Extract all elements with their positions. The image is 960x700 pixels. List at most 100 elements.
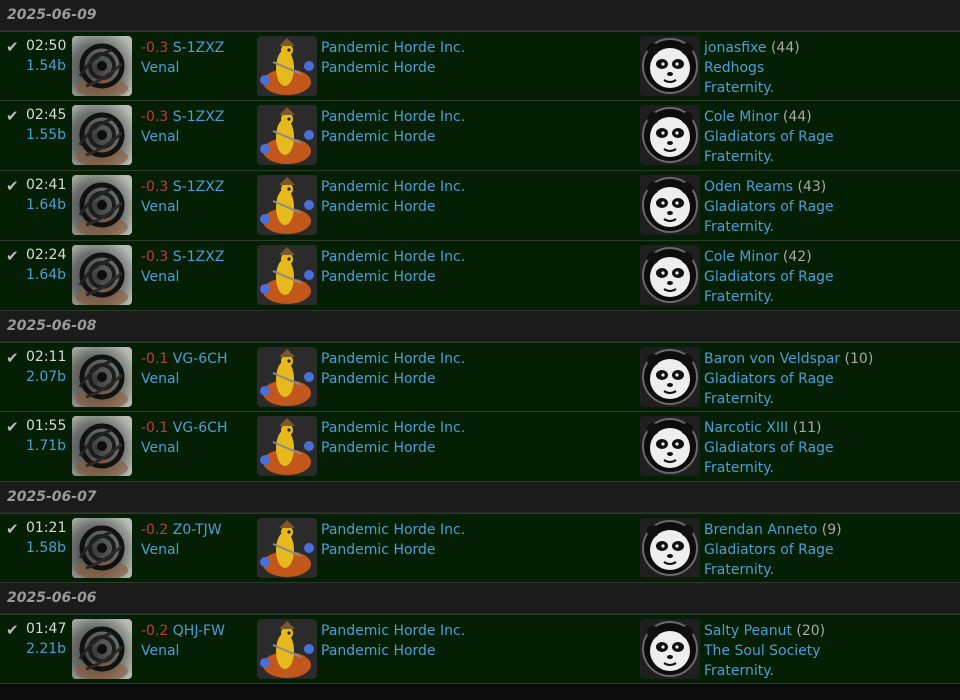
killmail-row[interactable]: ✔ 02:11 2.07b -0.1 VG-6CH Venal Pandemic Ho… (0, 342, 960, 412)
security-status: -0.3 (141, 40, 169, 56)
killmail-row[interactable]: ✔ 02:24 1.64b -0.3 S-1ZXZ Venal Pandemic Ho… (0, 241, 960, 311)
pandemic-horde-logo[interactable] (257, 105, 317, 165)
system-link[interactable]: S-1ZXZ (173, 179, 225, 195)
checkmark-icon: ✔ (6, 177, 19, 195)
attacker-alliance-link[interactable]: Pandemic Horde (321, 540, 465, 560)
killmail-row[interactable]: ✔ 02:50 1.54b -0.3 S-1ZXZ Venal Pandemic Ho… (0, 31, 960, 101)
victim-corp-link[interactable]: Gladiators of Rage (704, 438, 834, 458)
victim-corp-link[interactable]: Gladiators of Rage (704, 197, 834, 217)
venal-ship-icon[interactable] (72, 105, 132, 165)
panda-logo[interactable] (640, 105, 700, 165)
ship-type-link[interactable]: Venal (141, 197, 224, 217)
venal-ship-icon[interactable] (72, 347, 132, 407)
panda-logo[interactable] (640, 36, 700, 96)
venal-ship-icon[interactable] (72, 416, 132, 476)
attacker-info: Pandemic Horde Inc. Pandemic Horde (321, 177, 465, 217)
victim-line: Baron von Veldspar (10) (704, 349, 873, 369)
ship-type-link[interactable]: Venal (141, 267, 224, 287)
attacker-alliance-link[interactable]: Pandemic Horde (321, 267, 465, 287)
system-link[interactable]: S-1ZXZ (173, 40, 225, 56)
ship-type-link[interactable]: Venal (141, 58, 224, 78)
victim-name-link[interactable]: Cole Minor (704, 249, 778, 265)
panda-logo[interactable] (640, 347, 700, 407)
killmail-row[interactable]: ✔ 02:45 1.55b -0.3 S-1ZXZ Venal Pandemic Ho… (0, 101, 960, 171)
venal-ship-icon[interactable] (72, 518, 132, 578)
checkmark-icon: ✔ (6, 621, 19, 639)
system-link[interactable]: S-1ZXZ (173, 109, 225, 125)
victim-name-link[interactable]: Baron von Veldspar (704, 351, 840, 367)
victim-name-link[interactable]: Oden Reams (704, 179, 793, 195)
venal-ship-icon[interactable] (72, 175, 132, 235)
panda-logo[interactable] (640, 518, 700, 578)
attacker-corp-link[interactable]: Pandemic Horde Inc. (321, 621, 465, 641)
victim-corp-link[interactable]: Redhogs (704, 58, 800, 78)
killmail-row[interactable]: ✔ 01:21 1.58b -0.2 Z0-TJW Venal Pandemic Ho… (0, 513, 960, 583)
system-link[interactable]: Z0-TJW (173, 522, 222, 538)
victim-corp-link[interactable]: Gladiators of Rage (704, 369, 873, 389)
panda-logo[interactable] (640, 416, 700, 476)
victim-name-link[interactable]: Cole Minor (704, 109, 778, 125)
victim-corp-link[interactable]: Gladiators of Rage (704, 540, 842, 560)
ship-type-link[interactable]: Venal (141, 369, 227, 389)
attacker-corp-link[interactable]: Pandemic Horde Inc. (321, 418, 465, 438)
venal-ship-icon[interactable] (72, 245, 132, 305)
victim-alliance-link[interactable]: Fraternity. (704, 147, 834, 167)
location-info: -0.2 QHJ-FW Venal (141, 621, 225, 661)
attacker-alliance-link[interactable]: Pandemic Horde (321, 197, 465, 217)
attacker-alliance-link[interactable]: Pandemic Horde (321, 369, 465, 389)
pandemic-horde-logo[interactable] (257, 619, 317, 679)
ship-type-link[interactable]: Venal (141, 641, 225, 661)
attacker-corp-link[interactable]: Pandemic Horde Inc. (321, 520, 465, 540)
attacker-info: Pandemic Horde Inc. Pandemic Horde (321, 38, 465, 78)
victim-corp-link[interactable]: Gladiators of Rage (704, 127, 834, 147)
venal-ship-icon[interactable] (72, 36, 132, 96)
victim-alliance-link[interactable]: Fraternity. (704, 287, 834, 307)
attacker-alliance-link[interactable]: Pandemic Horde (321, 641, 465, 661)
attacker-alliance-link[interactable]: Pandemic Horde (321, 58, 465, 78)
panda-logo[interactable] (640, 619, 700, 679)
system-line: -0.3 S-1ZXZ (141, 38, 224, 58)
victim-name-link[interactable]: jonasfixe (704, 40, 767, 56)
victim-alliance-link[interactable]: Fraternity. (704, 661, 825, 681)
attacker-corp-link[interactable]: Pandemic Horde Inc. (321, 38, 465, 58)
panda-logo[interactable] (640, 175, 700, 235)
system-link[interactable]: VG-6CH (173, 420, 228, 436)
attacker-alliance-link[interactable]: Pandemic Horde (321, 127, 465, 147)
system-link[interactable]: VG-6CH (173, 351, 228, 367)
victim-corp-link[interactable]: The Soul Society (704, 641, 825, 661)
ship-type-link[interactable]: Venal (141, 540, 222, 560)
pandemic-horde-logo[interactable] (257, 416, 317, 476)
victim-alliance-link[interactable]: Fraternity. (704, 78, 800, 98)
attacker-corp-link[interactable]: Pandemic Horde Inc. (321, 247, 465, 267)
killmail-row[interactable]: ✔ 01:55 1.71b -0.1 VG-6CH Venal Pandemic Ho… (0, 412, 960, 482)
pandemic-horde-logo[interactable] (257, 36, 317, 96)
ship-type-link[interactable]: Venal (141, 438, 227, 458)
system-link[interactable]: QHJ-FW (173, 623, 225, 639)
victim-alliance-link[interactable]: Fraternity. (704, 217, 834, 237)
pandemic-horde-logo[interactable] (257, 245, 317, 305)
system-link[interactable]: S-1ZXZ (173, 249, 225, 265)
victim-alliance-link[interactable]: Fraternity. (704, 389, 873, 409)
checkmark-icon: ✔ (6, 520, 19, 538)
system-line: -0.1 VG-6CH (141, 418, 227, 438)
attacker-corp-link[interactable]: Pandemic Horde Inc. (321, 177, 465, 197)
attacker-alliance-link[interactable]: Pandemic Horde (321, 438, 465, 458)
victim-name-link[interactable]: Brendan Anneto (704, 522, 817, 538)
killmail-row[interactable]: ✔ 01:47 2.21b -0.2 QHJ-FW Venal Pandemic Ho… (0, 614, 960, 684)
victim-alliance-link[interactable]: Fraternity. (704, 458, 834, 478)
venal-ship-icon[interactable] (72, 619, 132, 679)
date-header: 2025-06-07 (0, 482, 960, 513)
victim-alliance-link[interactable]: Fraternity. (704, 560, 842, 580)
attacker-corp-link[interactable]: Pandemic Horde Inc. (321, 349, 465, 369)
attacker-corp-link[interactable]: Pandemic Horde Inc. (321, 107, 465, 127)
victim-name-link[interactable]: Salty Peanut (704, 623, 792, 639)
ship-type-link[interactable]: Venal (141, 127, 224, 147)
victim-corp-link[interactable]: Gladiators of Rage (704, 267, 834, 287)
pandemic-horde-logo[interactable] (257, 518, 317, 578)
pandemic-horde-logo[interactable] (257, 175, 317, 235)
panda-logo[interactable] (640, 245, 700, 305)
pandemic-horde-logo[interactable] (257, 347, 317, 407)
attacker-info: Pandemic Horde Inc. Pandemic Horde (321, 520, 465, 560)
killmail-row[interactable]: ✔ 02:41 1.64b -0.3 S-1ZXZ Venal Pandemic Ho… (0, 171, 960, 241)
victim-name-link[interactable]: Narcotic XIII (704, 420, 788, 436)
